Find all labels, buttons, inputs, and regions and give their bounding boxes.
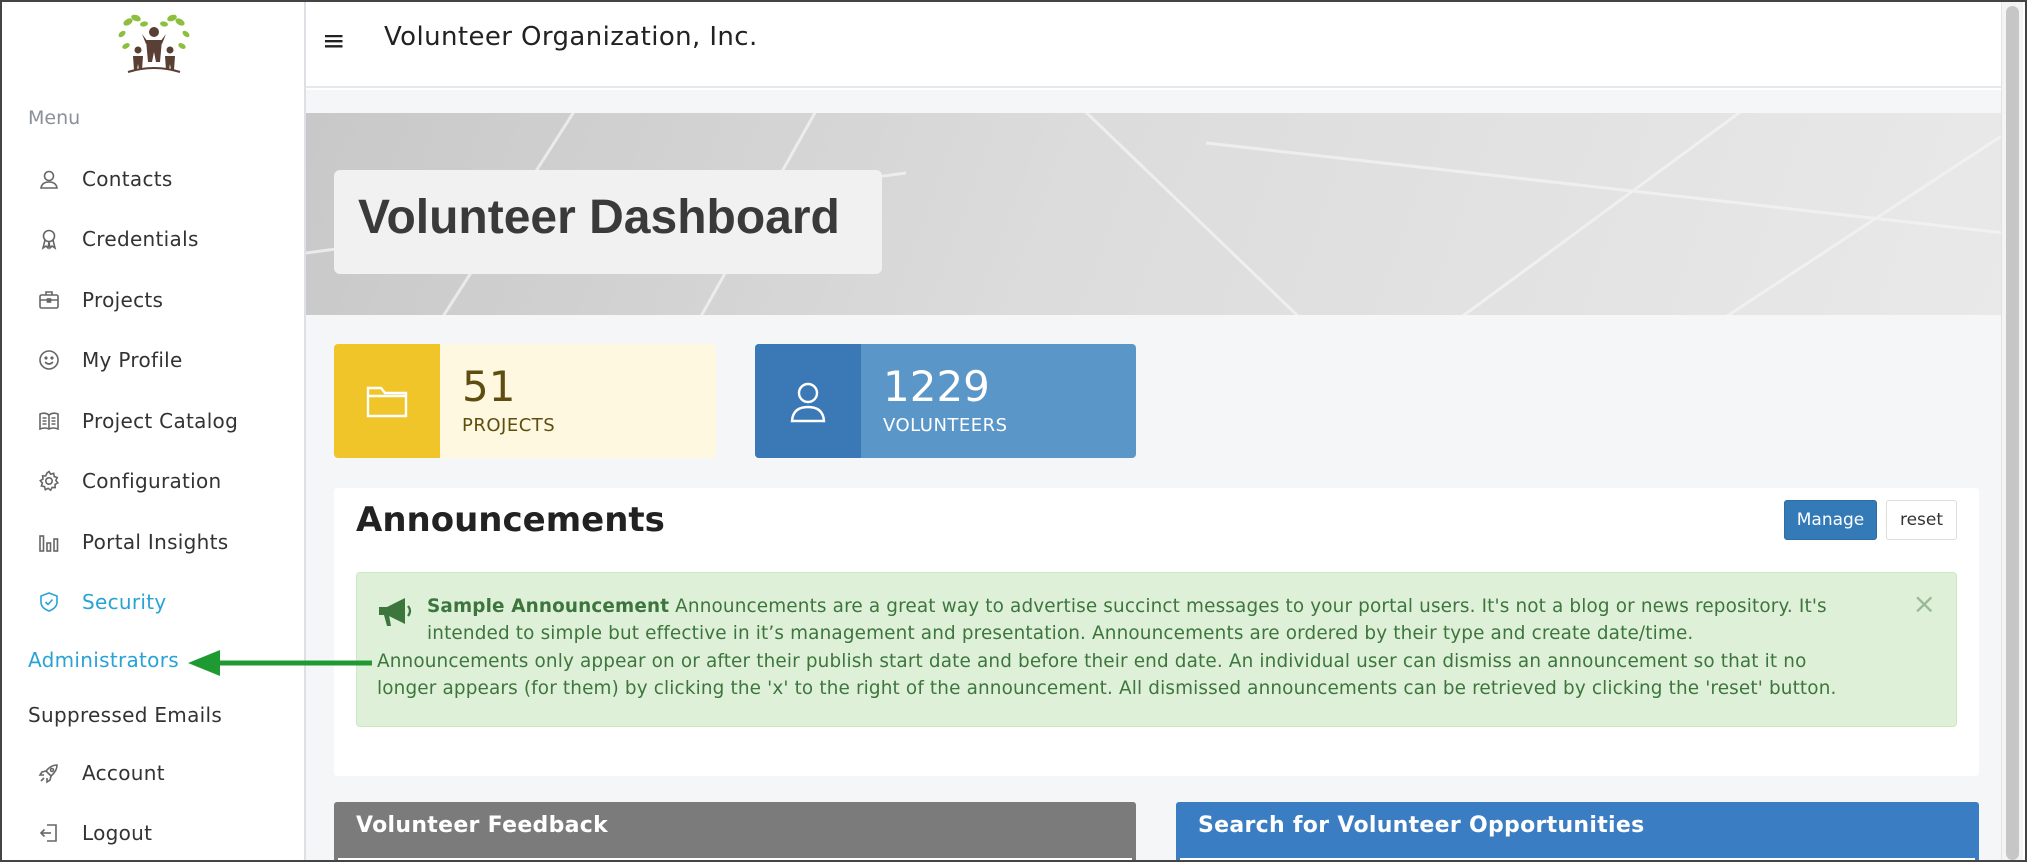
sidebar-item-credentials[interactable]: Credentials [2,217,304,261]
manage-button[interactable]: Manage [1784,500,1877,540]
hamburger-icon[interactable]: ≡ [322,24,345,57]
user-icon [755,344,861,458]
organization-title: Volunteer Organization, Inc. [384,22,758,52]
volunteers-caption: VOLUNTEERS [883,415,1008,436]
vertical-scrollbar[interactable] [2001,2,2023,860]
sidebar-subitem-suppressed-emails[interactable]: Suppressed Emails [28,703,222,727]
volunteer-feedback-title: Volunteer Feedback [356,813,609,838]
sidebar-item-label: Contacts [82,167,173,191]
main-content: Volunteer Dashboard 51 PROJECTS 1229 VOL… [306,90,2005,860]
logout-icon [35,819,63,847]
sidebar-item-label: Portal Insights [82,530,229,554]
search-opportunities-title: Search for Volunteer Opportunities [1198,813,1645,838]
sidebar-item-account[interactable]: Account [2,751,304,795]
sidebar-item-label: My Profile [82,348,183,372]
search-opportunities-body [1180,858,1975,860]
folder-icon [334,344,440,458]
page-title: Volunteer Dashboard [358,191,840,244]
dashboard-title-box: Volunteer Dashboard [334,170,882,274]
sidebar-item-portal-insights[interactable]: Portal Insights [2,520,304,564]
gear-icon [35,467,63,495]
sidebar-item-security[interactable]: Security [2,580,304,624]
projects-stat-tile[interactable]: 51 PROJECTS [334,344,716,458]
sidebar-item-label: Projects [82,288,164,312]
shield-icon [35,588,63,616]
announcement-line-4: longer appears (for them) by clicking th… [377,677,1837,699]
menu-heading: Menu [28,107,81,129]
announcement-heading: Sample Announcement [427,596,670,617]
sidebar-item-configuration[interactable]: Configuration [2,459,304,503]
briefcase-icon [35,286,63,314]
announcements-panel: Announcements Manage reset Sample Announ… [334,488,1979,776]
volunteer-feedback-body [338,858,1132,860]
organization-logo[interactable] [114,12,194,78]
sidebar-item-label: Project Catalog [82,409,239,433]
reset-button[interactable]: reset [1886,500,1957,540]
contact-icon [35,165,63,193]
sidebar-item-project-catalog[interactable]: Project Catalog [2,399,304,443]
announcement-line-3: Announcements only appear on or after th… [377,650,1807,672]
announcements-title: Announcements [356,500,665,540]
annotation-arrow [188,650,372,676]
volunteers-stat-tile[interactable]: 1229 VOLUNTEERS [755,344,1136,458]
rocket-icon [35,759,63,787]
search-opportunities-panel: Search for Volunteer Opportunities [1176,802,1979,860]
volunteers-count: 1229 [883,362,990,411]
announcement-line-1: Announcements are a great way to adverti… [669,596,1827,617]
sidebar: Menu Contacts Credentials Projects My Pr… [2,2,306,860]
announcement-text: Sample Announcement Announcements are a … [377,593,1897,702]
sidebar-item-contacts[interactable]: Contacts [2,157,304,201]
sidebar-item-my-profile[interactable]: My Profile [2,338,304,382]
sidebar-item-label: Account [82,761,165,785]
sidebar-item-label: Configuration [82,469,222,493]
announcement-line-2: intended to simple but effective in it’s… [427,623,1694,645]
sidebar-item-label: Credentials [82,227,199,251]
close-icon[interactable]: × [1913,587,1936,620]
projects-caption: PROJECTS [462,415,556,436]
top-bar: ≡ Volunteer Organization, Inc. [306,2,2003,88]
smile-icon [35,346,63,374]
book-icon [35,407,63,435]
sidebar-item-logout[interactable]: Logout [2,811,304,855]
sidebar-subitem-administrators[interactable]: Administrators [28,648,179,672]
dashboard-hero: Volunteer Dashboard [306,113,2005,315]
sidebar-item-projects[interactable]: Projects [2,278,304,322]
scrollbar-thumb[interactable] [2006,6,2019,860]
bar-chart-icon [35,528,63,556]
app-window: Menu Contacts Credentials Projects My Pr… [0,0,2027,862]
sidebar-item-label: Logout [82,821,153,845]
announcement-alert: Sample Announcement Announcements are a … [356,572,1957,727]
award-icon [35,225,63,253]
sidebar-item-label: Security [82,590,167,614]
volunteer-feedback-panel: Volunteer Feedback [334,802,1136,860]
projects-count: 51 [462,362,516,411]
